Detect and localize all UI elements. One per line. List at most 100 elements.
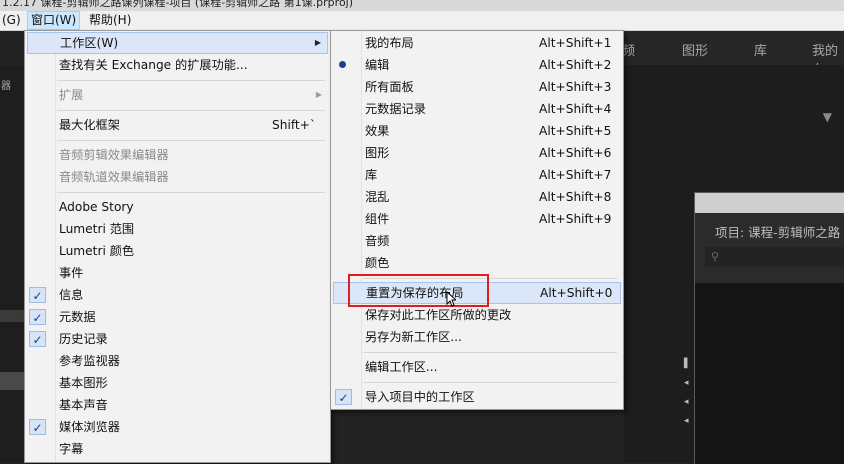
workspace-tab-graphics[interactable]: 图形: [682, 40, 708, 59]
workspace-submenu-item-10[interactable]: 颜色: [333, 252, 621, 274]
checkmark-icon: ✓: [29, 309, 46, 325]
marker-icon: ◂: [684, 416, 689, 426]
window-menu-item-8[interactable]: 音频轨道效果编辑器: [27, 166, 328, 188]
window-menu-item-label: 元数据: [59, 310, 96, 324]
window-menu-item-13[interactable]: 事件: [27, 262, 328, 284]
workspace-submenu-item-1[interactable]: 编辑 Alt+Shift+2: [333, 54, 621, 76]
workspace-submenu-item-0[interactable]: 我的布局 Alt+Shift+1: [333, 32, 621, 54]
window-menu: 工作区(W) ▶ 查找有关 Exchange 的扩展功能... 扩展 ▶ 最大化框架 Shi…: [24, 30, 331, 463]
project-panel: 项目: 课程-剪辑师之路 ⚲: [694, 192, 844, 464]
side-marks: ▌ ◂ ◂ ◂: [684, 355, 694, 455]
menu-bar: (G) 窗口(W) 帮助(H): [0, 11, 844, 31]
window-title-bar: 1.2.17 课程-剪辑师之路课列课程-项目 (课程-剪辑师之路 第1课.prp…: [0, 0, 844, 11]
window-menu-item-0[interactable]: 工作区(W) ▶: [27, 32, 328, 54]
left-panel-tab-strip: [0, 310, 24, 322]
window-menu-item-21[interactable]: 字幕: [27, 438, 328, 460]
submenu-arrow-icon: ▶: [314, 38, 321, 47]
menu-partial-item[interactable]: (G): [2, 11, 21, 30]
window-menu-item-label: 工作区(W): [60, 36, 119, 50]
window-menu-item-16[interactable]: ✓ 历史记录: [27, 328, 328, 350]
window-menu-item-11[interactable]: Lumetri 范围: [27, 218, 328, 240]
window-menu-item-label: Lumetri 范围: [59, 222, 135, 236]
shortcut-label: Alt+Shift+8: [539, 190, 612, 204]
window-menu-item-18[interactable]: 基本图形: [27, 372, 328, 394]
window-menu-item-label: 音频轨道效果编辑器: [59, 170, 169, 184]
workspace-tab-library[interactable]: 库: [754, 40, 767, 59]
workspace-submenu-item-label: 元数据记录: [365, 102, 426, 116]
workspace-submenu-item-18[interactable]: ✓ 导入项目中的工作区: [333, 386, 621, 408]
window-menu-item-3[interactable]: 扩展 ▶: [27, 84, 328, 106]
menu-separator: [57, 192, 325, 193]
shortcut-label: Alt+Shift+9: [539, 212, 612, 226]
shortcut-label: Alt+Shift+2: [539, 58, 612, 72]
marker-icon: ◂: [684, 378, 689, 388]
filter-icon[interactable]: ▼: [823, 110, 832, 124]
project-search-input[interactable]: ⚲: [705, 247, 844, 267]
window-menu-item-19[interactable]: 基本声音: [27, 394, 328, 416]
window-menu-item-label: 基本图形: [59, 376, 108, 390]
marker-icon: ▌: [684, 359, 691, 369]
highlight-annotation-box: [348, 274, 489, 307]
menu-separator: [57, 110, 325, 111]
menu-separator: [57, 140, 325, 141]
window-menu-item-label: Lumetri 颜色: [59, 244, 135, 258]
menu-help[interactable]: 帮助(H): [89, 11, 131, 30]
window-menu-item-17[interactable]: 参考监视器: [27, 350, 328, 372]
workspace-submenu-item-2[interactable]: 所有面板 Alt+Shift+3: [333, 76, 621, 98]
workspace-submenu-item-label: 保存对此工作区所做的更改: [365, 308, 512, 322]
shortcut-label: Alt+Shift+6: [539, 146, 612, 160]
workspace-submenu-item-6[interactable]: 库 Alt+Shift+7: [333, 164, 621, 186]
window-menu-item-label: 信息: [59, 288, 84, 302]
window-menu-item-10[interactable]: Adobe Story: [27, 196, 328, 218]
shortcut-label: Alt+Shift+3: [539, 80, 612, 94]
left-panel-label: 器: [1, 81, 11, 92]
workspace-submenu-item-4[interactable]: 效果 Alt+Shift+5: [333, 120, 621, 142]
marker-icon: ◂: [684, 397, 689, 407]
search-icon: ⚲: [711, 250, 720, 263]
workspace-submenu-item-label: 编辑工作区...: [365, 360, 438, 374]
workspace-submenu-item-16[interactable]: 编辑工作区...: [333, 356, 621, 378]
left-panel: 器: [0, 65, 24, 463]
window-menu-item-label: 音频剪辑效果编辑器: [59, 148, 169, 162]
workspace-submenu-item-label: 混乱: [365, 190, 390, 204]
window-menu-item-label: 事件: [59, 266, 84, 280]
workspace-submenu-item-label: 图形: [365, 146, 390, 160]
project-panel-content: [695, 283, 844, 464]
workspace-submenu-item-3[interactable]: 元数据记录 Alt+Shift+4: [333, 98, 621, 120]
workspace-submenu-item-13[interactable]: 保存对此工作区所做的更改: [333, 304, 621, 326]
shortcut-label: Shift+`: [271, 118, 316, 132]
project-panel-title: 项目: 课程-剪辑师之路: [715, 225, 841, 240]
window-menu-item-label: 历史记录: [59, 332, 108, 346]
workspace-submenu-item-label: 库: [365, 168, 378, 182]
window-menu-item-15[interactable]: ✓ 元数据: [27, 306, 328, 328]
workspace-submenu-item-label: 效果: [365, 124, 390, 138]
workspace-submenu-item-label: 另存为新工作区...: [365, 330, 462, 344]
mouse-cursor-icon: [446, 291, 456, 307]
workspace-submenu-item-label: 我的布局: [365, 36, 414, 50]
menu-separator: [363, 382, 617, 383]
window-menu-item-14[interactable]: ✓ 信息: [27, 284, 328, 306]
window-menu-item-label: 基本声音: [59, 398, 108, 412]
window-menu-item-12[interactable]: Lumetri 颜色: [27, 240, 328, 262]
workspace-submenu: 我的布局 Alt+Shift+1 编辑 Alt+Shift+2 所有面板 Alt+Shif…: [330, 30, 624, 410]
workspace-submenu-item-label: 音频: [365, 234, 390, 248]
workspace-submenu-item-14[interactable]: 另存为新工作区...: [333, 326, 621, 348]
window-menu-item-1[interactable]: 查找有关 Exchange 的扩展功能...: [27, 54, 328, 76]
workspace-submenu-item-label: 所有面板: [365, 80, 414, 94]
project-panel-caption: [695, 193, 844, 213]
window-menu-item-20[interactable]: ✓ 媒体浏览器: [27, 416, 328, 438]
workspace-submenu-item-9[interactable]: 音频: [333, 230, 621, 252]
window-menu-item-7[interactable]: 音频剪辑效果编辑器: [27, 144, 328, 166]
workspace-submenu-item-label: 编辑: [365, 58, 390, 72]
window-menu-item-label: 最大化框架: [59, 118, 120, 132]
workspace-submenu-item-8[interactable]: 组件 Alt+Shift+9: [333, 208, 621, 230]
workspace-submenu-item-label: 颜色: [365, 256, 390, 270]
workspace-submenu-item-7[interactable]: 混乱 Alt+Shift+8: [333, 186, 621, 208]
window-menu-item-label: 媒体浏览器: [59, 420, 120, 434]
window-menu-item-label: Adobe Story: [59, 200, 134, 214]
window-menu-item-5[interactable]: 最大化框架 Shift+`: [27, 114, 328, 136]
radio-bullet-icon: [339, 61, 346, 68]
workspace-submenu-item-label: 导入项目中的工作区: [365, 390, 475, 404]
menu-window[interactable]: 窗口(W): [27, 11, 81, 30]
workspace-submenu-item-5[interactable]: 图形 Alt+Shift+6: [333, 142, 621, 164]
